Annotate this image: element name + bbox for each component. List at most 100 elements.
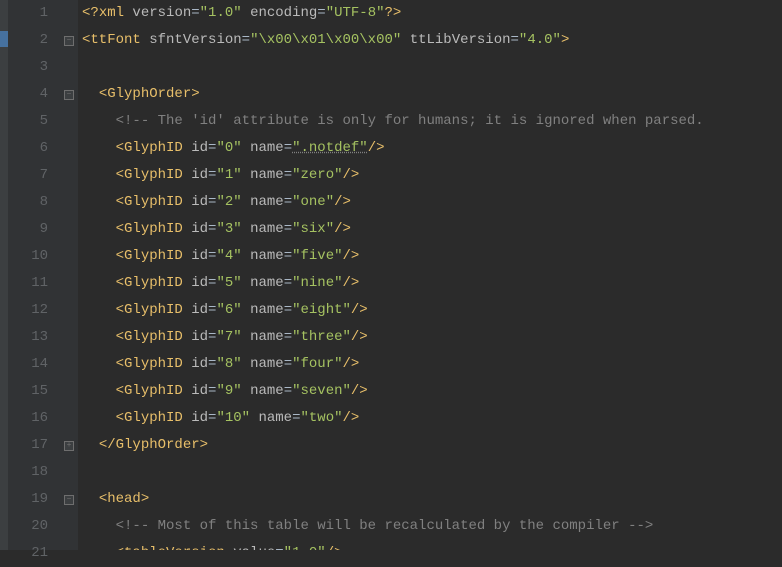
xml-attr: name: [242, 140, 284, 156]
code-line: [82, 54, 782, 81]
xml-value: "1.0": [284, 545, 326, 550]
code-line: <?xml version="1.0" encoding="UTF-8"?>: [82, 0, 782, 27]
code-line: <GlyphID id="7" name="three"/>: [82, 324, 782, 351]
line-number: 4: [16, 81, 48, 108]
fold-cell: [60, 216, 78, 243]
fold-column: − − + −: [60, 0, 78, 550]
code-line: <GlyphID id="0" name=".notdef"/>: [82, 135, 782, 162]
fold-cell: [60, 0, 78, 27]
xml-tag: GlyphID: [124, 248, 183, 264]
xml-value: "2": [216, 194, 241, 210]
line-number: 18: [16, 459, 48, 486]
line-number: 10: [16, 243, 48, 270]
code-line: <GlyphID id="1" name="zero"/>: [82, 162, 782, 189]
line-number: 2: [16, 27, 48, 54]
code-area[interactable]: <?xml version="1.0" encoding="UTF-8"?> <t…: [78, 0, 782, 550]
fold-cell: [60, 108, 78, 135]
xml-tag: GlyphID: [124, 275, 183, 291]
xml-tag: GlyphID: [124, 383, 183, 399]
fold-cell: [60, 540, 78, 567]
fold-open-icon[interactable]: −: [64, 36, 74, 46]
code-line: </GlyphOrder>: [82, 432, 782, 459]
xml-tag: head: [107, 491, 141, 507]
marker-strip: [0, 0, 8, 550]
fold-cell: [60, 459, 78, 486]
fold-cell: [60, 270, 78, 297]
line-number: 11: [16, 270, 48, 297]
xml-value: "9": [216, 383, 241, 399]
xml-attr: name: [242, 383, 284, 399]
xml-value: "7": [216, 329, 241, 345]
xml-value: "10": [216, 410, 250, 426]
xml-attr: name: [242, 302, 284, 318]
xml-attr: sfntVersion: [141, 32, 242, 48]
fold-cell: [60, 351, 78, 378]
xml-value: "seven": [292, 383, 351, 399]
xml-value: "four": [292, 356, 342, 372]
xml-value: ".notdef": [292, 140, 368, 156]
fold-cell: [60, 297, 78, 324]
xml-attr: id: [183, 221, 208, 237]
code-line: <GlyphID id="2" name="one"/>: [82, 189, 782, 216]
xml-pi-close: ?>: [385, 5, 402, 21]
fold-open-icon[interactable]: −: [64, 90, 74, 100]
xml-value: "two": [300, 410, 342, 426]
xml-comment: <!-- Most of this table will be recalcul…: [116, 518, 654, 534]
fold-cell: −: [60, 81, 78, 108]
xml-value: "4": [216, 248, 241, 264]
line-number: 5: [16, 108, 48, 135]
line-number: 7: [16, 162, 48, 189]
xml-tag: GlyphOrder: [107, 86, 191, 102]
code-line: <GlyphOrder>: [82, 81, 782, 108]
fold-cell: [60, 243, 78, 270]
fold-cell: [60, 378, 78, 405]
xml-value: "nine": [292, 275, 342, 291]
xml-tag: ttFont: [90, 32, 140, 48]
line-number: 19: [16, 486, 48, 513]
xml-value: "six": [292, 221, 334, 237]
xml-value: "\x00\x01\x00\x00": [250, 32, 401, 48]
fold-cell: [60, 162, 78, 189]
xml-attr: id: [183, 275, 208, 291]
xml-value: "6": [216, 302, 241, 318]
xml-tag: GlyphID: [124, 410, 183, 426]
fold-open-icon[interactable]: −: [64, 495, 74, 505]
xml-attr: id: [183, 194, 208, 210]
xml-attr: name: [250, 410, 292, 426]
line-number-gutter: 123456789101112131415161718192021: [8, 0, 60, 550]
xml-attr: id: [183, 329, 208, 345]
xml-attr: name: [242, 248, 284, 264]
code-line: <head>: [82, 486, 782, 513]
fold-cell: [60, 513, 78, 540]
fold-cell: [60, 324, 78, 351]
xml-value: "three": [292, 329, 351, 345]
line-number: 14: [16, 351, 48, 378]
xml-attr: name: [242, 167, 284, 183]
xml-tag: GlyphOrder: [116, 437, 200, 453]
xml-value: "1.0": [200, 5, 242, 21]
line-marker[interactable]: [0, 31, 8, 47]
line-number: 8: [16, 189, 48, 216]
line-number: 16: [16, 405, 48, 432]
code-line: <GlyphID id="9" name="seven"/>: [82, 378, 782, 405]
fold-cell: [60, 54, 78, 81]
fold-cell: [60, 189, 78, 216]
xml-attr: name: [242, 194, 284, 210]
xml-pi-open: <?: [82, 5, 99, 21]
xml-attr: name: [242, 356, 284, 372]
xml-attr: ttLibVersion: [401, 32, 510, 48]
code-line: <!-- The 'id' attribute is only for huma…: [82, 108, 782, 135]
fold-cell: −: [60, 486, 78, 513]
fold-close-icon[interactable]: +: [64, 441, 74, 451]
xml-attr: version: [124, 5, 191, 21]
code-line: <!-- Most of this table will be recalcul…: [82, 513, 782, 540]
code-line: <tableVersion value="1.0"/>: [82, 540, 782, 550]
fold-cell: [60, 135, 78, 162]
xml-attr: id: [183, 167, 208, 183]
xml-attr: id: [183, 410, 208, 426]
xml-value: "4.0": [519, 32, 561, 48]
code-line: <GlyphID id="4" name="five"/>: [82, 243, 782, 270]
xml-tag: GlyphID: [124, 221, 183, 237]
xml-attr: id: [183, 248, 208, 264]
xml-attr: encoding: [242, 5, 318, 21]
